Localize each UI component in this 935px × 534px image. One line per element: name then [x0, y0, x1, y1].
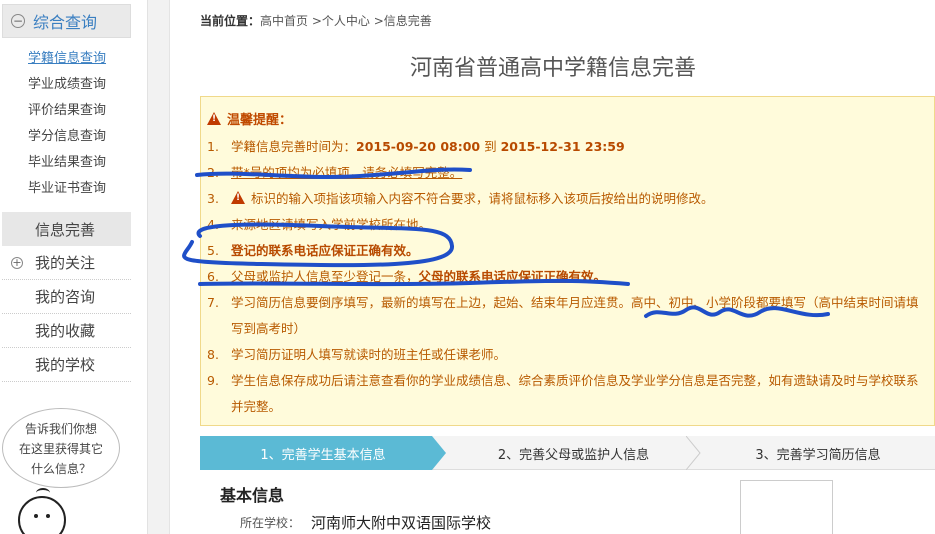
- step-1-basic-info[interactable]: 1、完善学生基本信息: [200, 436, 446, 470]
- warning-icon: [207, 112, 221, 125]
- notice-heading: 温馨提醒：: [207, 109, 934, 128]
- breadcrumb-path[interactable]: 高中首页 >个人中心 >信息完善: [260, 14, 432, 28]
- page-title: 河南省普通高中学籍信息完善: [409, 56, 696, 81]
- breadcrumb: 当前位置：高中首页 >个人中心 >信息完善: [200, 12, 432, 29]
- notice-item: 5. 登记的联系电话应保证正确有效。: [207, 243, 419, 258]
- notice-item: 3. 标识的输入项指该项输入内容不符合要求，请将鼠标移入该项后按给出的说明修改。: [207, 186, 934, 212]
- notice-list: 1. 学籍信息完善时间为：2015-09-20 08:00 到 2015-12-…: [207, 134, 934, 420]
- basic-info-title: 基本信息: [220, 486, 285, 505]
- school-label: 所在学校：: [240, 516, 301, 530]
- notice-item: 8. 学习简历证明人填写就读时的班主任或任课老师。: [207, 347, 507, 362]
- mascot-icon: [18, 488, 66, 534]
- sidebar: − 综合查询 学籍信息查询 学业成绩查询 评价结果查询 学分信息查询 毕业结果查…: [0, 0, 148, 534]
- school-value: 河南师大附中双语国际学校: [311, 514, 492, 532]
- sidebar-link-graduation-result-query[interactable]: 毕业结果查询: [28, 150, 147, 176]
- sidebar-link-grades-query[interactable]: 学业成绩查询: [28, 72, 147, 98]
- step-2-parent-info[interactable]: 2、完善父母或监护人信息: [446, 436, 701, 470]
- notice-item: 7. 学习简历信息要倒序填写，最新的填写在上边，起始、结束年月应连贯。高中、初中…: [207, 295, 919, 336]
- bubble-line: 在这里获得其它: [18, 442, 103, 456]
- sidebar-item-info-complete[interactable]: 信息完善: [2, 212, 131, 246]
- sidebar-link-evaluation-query[interactable]: 评价结果查询: [28, 98, 147, 124]
- student-photo: [740, 480, 833, 534]
- sidebar-item-my-school[interactable]: 我的学校: [2, 348, 131, 382]
- plus-circle-icon: +: [11, 256, 23, 269]
- breadcrumb-label: 当前位置：: [200, 14, 261, 28]
- notice-item: 2. 带*号的项均为必填项，请务必填写完整。: [207, 165, 463, 180]
- notice-item: 1. 学籍信息完善时间为：2015-09-20 08:00 到 2015-12-…: [207, 139, 625, 154]
- feedback-bubble[interactable]: 告诉我们你想 在这里获得其它 什么信息？: [2, 408, 120, 488]
- notice-box: 温馨提醒： 1. 学籍信息完善时间为：2015-09-20 08:00 到 20…: [200, 96, 935, 426]
- page: − 综合查询 学籍信息查询 学业成绩查询 评价结果查询 学分信息查询 毕业结果查…: [0, 0, 935, 534]
- notice-heading-text: 温馨提醒：: [227, 113, 293, 128]
- sidebar-link-enrollment-query[interactable]: 学籍信息查询: [28, 46, 147, 72]
- minus-circle-icon: −: [11, 14, 25, 28]
- sidebar-link-credits-query[interactable]: 学分信息查询: [28, 124, 147, 150]
- bubble-line: 什么信息？: [30, 462, 91, 476]
- notice-item: 6. 父母或监护人信息至少登记一条，父母的联系电话应保证正确有效。: [207, 269, 607, 284]
- sidebar-item-label: 我的关注: [35, 254, 96, 272]
- sidebar-section-comprehensive-query[interactable]: − 综合查询: [2, 4, 131, 38]
- main-content: 当前位置：高中首页 >个人中心 >信息完善 河南省普通高中学籍信息完善 温馨提醒…: [171, 0, 935, 534]
- step-wizard: 1、完善学生基本信息 2、完善父母或监护人信息 3、完善学习简历信息: [200, 436, 935, 470]
- bubble-line: 告诉我们你想: [24, 422, 97, 436]
- section-title: 综合查询: [33, 13, 98, 32]
- step-divider: [686, 436, 701, 470]
- sidebar-item-my-consult[interactable]: 我的咨询: [2, 280, 131, 314]
- sidebar-gutter: [148, 0, 170, 534]
- warning-icon: [231, 191, 245, 204]
- sidebar-link-diploma-query[interactable]: 毕业证书查询: [28, 176, 147, 202]
- step-3-study-history[interactable]: 3、完善学习简历信息: [701, 436, 935, 470]
- sidebar-item-my-follow[interactable]: + 我的关注: [2, 246, 131, 280]
- notice-item: 9. 学生信息保存成功后请注意查看你的学业成绩信息、综合素质评价信息及学业学分信…: [207, 373, 919, 414]
- notice-item: 4. 来源地区请填写入学前学校所在地。: [207, 217, 432, 232]
- sidebar-item-my-favorites[interactable]: 我的收藏: [2, 314, 131, 348]
- sidebar-sublist: 学籍信息查询 学业成绩查询 评价结果查询 学分信息查询 毕业结果查询 毕业证书查…: [0, 38, 147, 206]
